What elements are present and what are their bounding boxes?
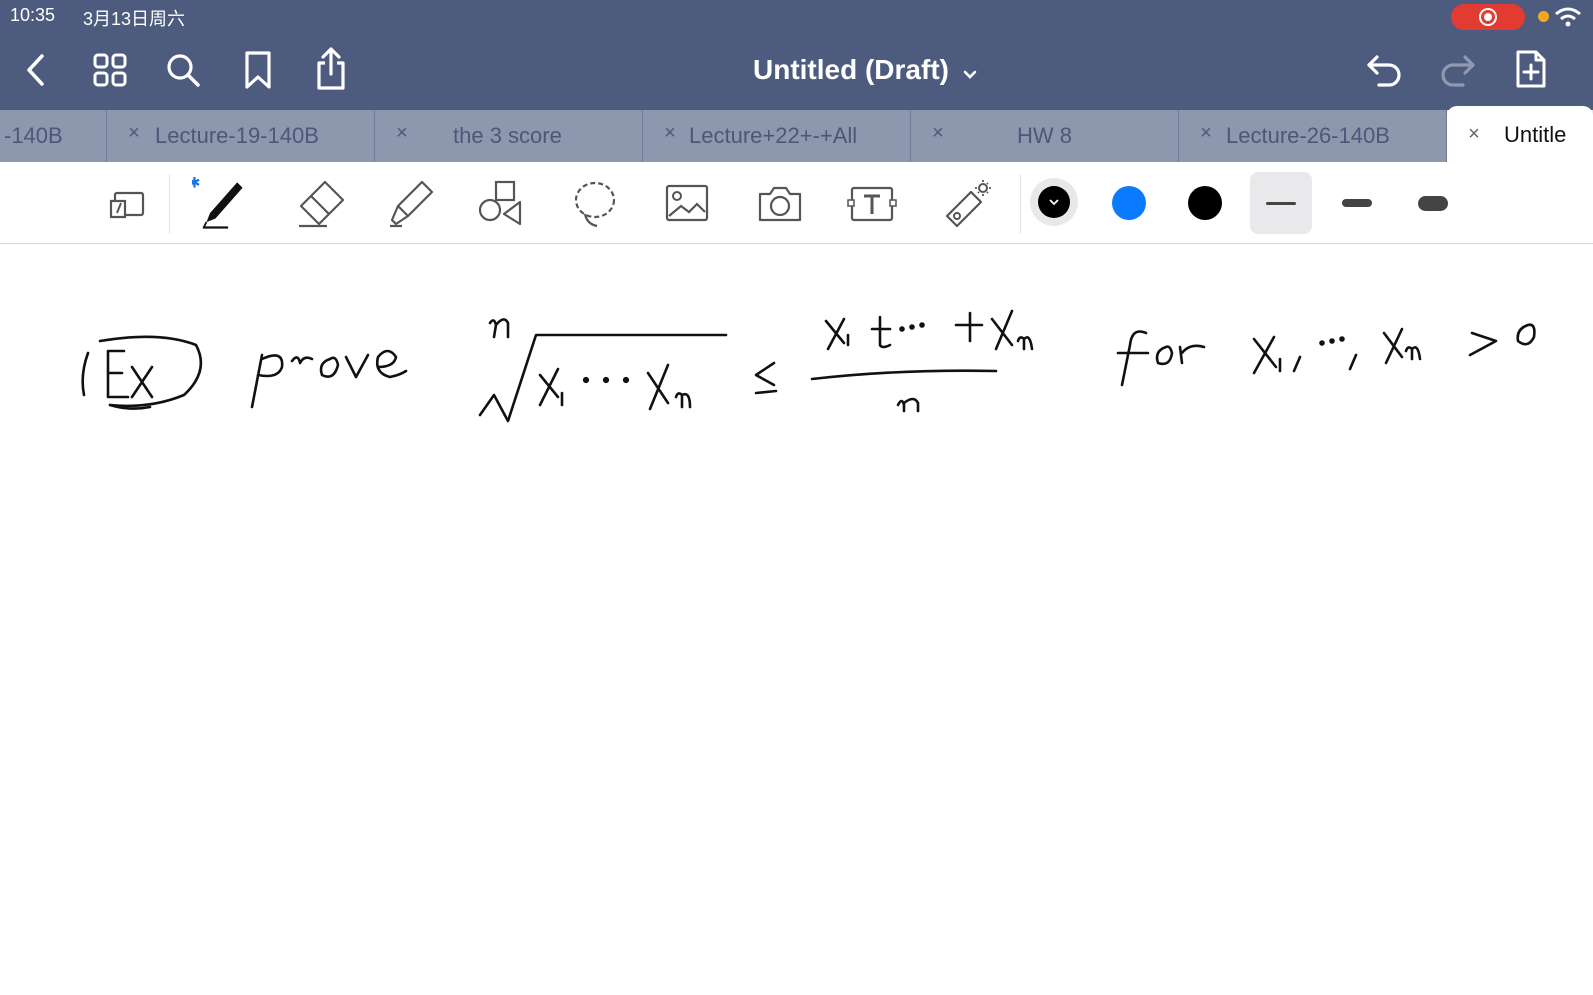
pen-icon: ✱ — [192, 176, 243, 229]
back-button[interactable] — [18, 50, 54, 90]
tab-label: HW 8 — [1017, 123, 1072, 148]
document-title-text: Untitled (Draft) — [753, 54, 949, 85]
document-title[interactable]: Untitled (Draft) — [700, 50, 1030, 90]
color-swatch-current — [1038, 186, 1070, 218]
redo-icon — [1441, 55, 1475, 87]
bookmark-button[interactable] — [238, 48, 278, 92]
shapes-tool-button[interactable] — [474, 178, 530, 230]
top-navigation-bar: 10:35 3月13日周六 Untitled (Draft) — [0, 0, 1593, 110]
stroke-width-medium-sample — [1342, 199, 1372, 207]
eraser-icon — [299, 180, 345, 228]
redo-button[interactable] — [1436, 48, 1480, 92]
pen-tool-button[interactable]: ✱ — [192, 176, 248, 230]
search-icon — [167, 54, 200, 87]
tab-untitled-active[interactable]: × Untitle — [1447, 106, 1593, 162]
shapes-icon — [478, 180, 522, 226]
note-canvas[interactable] — [0, 245, 1593, 995]
search-button[interactable] — [163, 50, 203, 90]
text-tool-button[interactable] — [844, 178, 900, 230]
goodnotes-app: 10:35 3月13日周六 Untitled (Draft) -140B × L… — [0, 0, 1593, 995]
tab-the-3-score[interactable]: × the 3 score — [375, 110, 643, 162]
screen-recording-indicator[interactable] — [1451, 4, 1525, 30]
grid-icon — [93, 53, 127, 87]
color-swatch-black[interactable] — [1188, 186, 1222, 220]
color-swatch-blue[interactable] — [1112, 186, 1146, 220]
close-icon[interactable]: × — [1465, 124, 1483, 144]
stroke-width-medium[interactable] — [1326, 172, 1388, 234]
add-page-button[interactable] — [1510, 46, 1552, 92]
share-button[interactable] — [311, 46, 351, 92]
add-page-icon — [1516, 50, 1546, 88]
bookmark-icon — [245, 51, 271, 89]
text-box-icon — [847, 186, 897, 222]
chevron-left-icon — [27, 54, 44, 86]
close-icon[interactable]: × — [1197, 123, 1215, 143]
tab-label: the 3 score — [453, 123, 562, 148]
close-icon[interactable]: × — [929, 123, 947, 143]
document-tabs: -140B × Lecture-19-140B × the 3 score × … — [0, 106, 1593, 162]
camera-tool-button[interactable] — [752, 178, 808, 230]
tab-lecture-26-140b[interactable]: × Lecture-26-140B — [1179, 110, 1447, 162]
close-icon[interactable]: × — [661, 123, 679, 143]
tab-hw-8[interactable]: × HW 8 — [911, 110, 1179, 162]
tab-lecture-22-all[interactable]: × Lecture+22+-+All — [643, 110, 911, 162]
tab-label: -140B — [4, 123, 63, 148]
undo-icon — [1367, 55, 1401, 87]
svg-text:✱: ✱ — [192, 176, 200, 192]
thumbnails-button[interactable] — [90, 50, 130, 90]
close-icon[interactable]: × — [125, 123, 143, 143]
tab-label: Lecture+22+-+All — [689, 123, 858, 148]
tab-lecture-19-140b[interactable]: × Lecture-19-140B — [107, 110, 375, 162]
wifi-icon — [1555, 7, 1581, 27]
tab-label: Lecture-19-140B — [155, 123, 319, 148]
camera-icon — [758, 186, 802, 222]
read-only-toggle-button[interactable] — [99, 178, 155, 230]
stroke-width-thick[interactable] — [1402, 172, 1464, 234]
highlighter-tool-button[interactable] — [382, 178, 438, 230]
read-only-icon — [109, 191, 145, 219]
drawing-toolbar: ✱ — [0, 162, 1593, 244]
lasso-tool-button[interactable] — [567, 178, 623, 230]
tab-label: Lecture-26-140B — [1226, 123, 1390, 148]
chevron-down-icon — [1049, 198, 1059, 205]
status-time: 10:35 — [10, 5, 56, 25]
toolbar-divider — [169, 174, 170, 234]
share-icon — [317, 47, 345, 90]
close-icon[interactable]: × — [393, 123, 411, 143]
image-tool-button[interactable] — [659, 178, 715, 230]
image-icon — [665, 184, 709, 222]
highlighter-icon — [390, 180, 434, 228]
tab-label: Untitle — [1504, 122, 1567, 147]
microphone-indicator-dot — [1538, 11, 1549, 22]
current-color-button[interactable] — [1030, 178, 1078, 226]
handwritten-ink — [81, 309, 1536, 423]
laser-pointer-tool-button[interactable] — [937, 178, 993, 230]
lasso-icon — [574, 181, 616, 228]
tab-lecture-140b[interactable]: -140B — [0, 110, 107, 162]
stroke-width-thin[interactable] — [1250, 172, 1312, 234]
stroke-width-thin-sample — [1266, 201, 1296, 205]
status-date: 3月13日周六 — [83, 9, 186, 29]
stroke-width-thick-sample — [1418, 195, 1448, 211]
eraser-tool-button[interactable] — [291, 178, 347, 230]
laser-pointer-icon — [945, 180, 991, 228]
undo-button[interactable] — [1362, 48, 1406, 92]
toolbar-divider — [1020, 174, 1021, 234]
chevron-down-icon — [963, 55, 977, 87]
record-icon — [1479, 8, 1497, 26]
